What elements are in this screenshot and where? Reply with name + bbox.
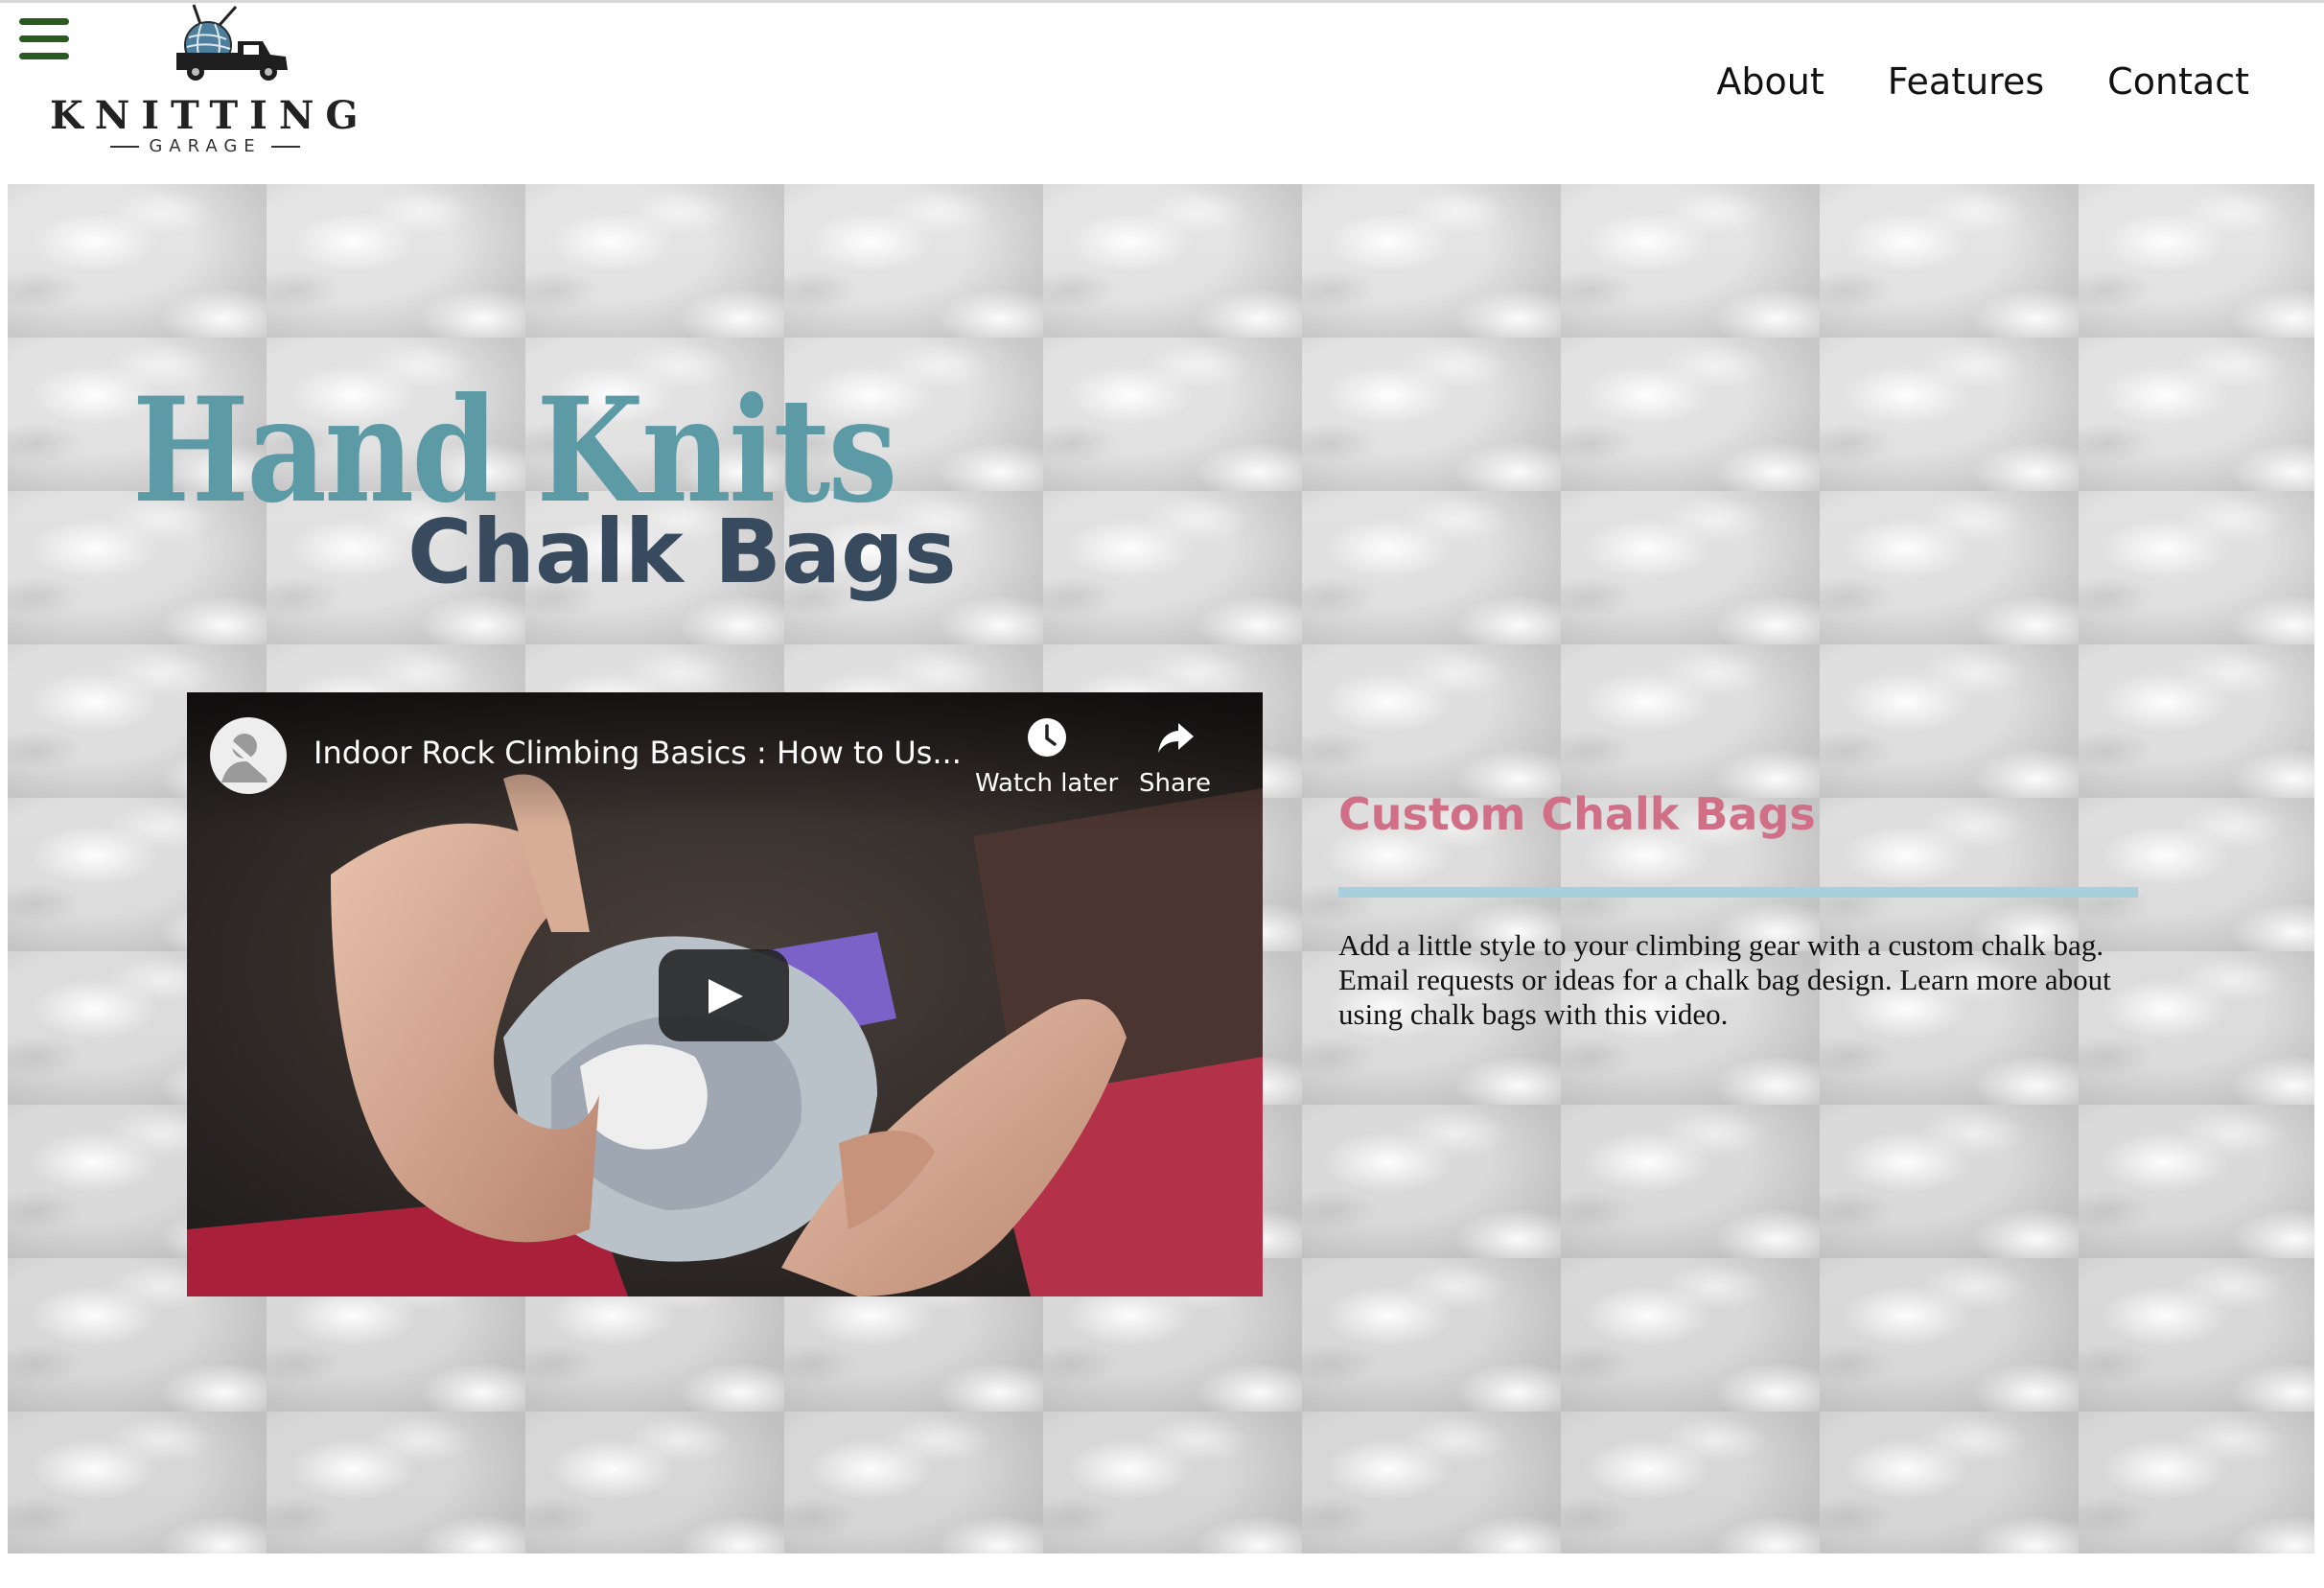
section-heading: Custom Chalk Bags <box>1338 788 1816 840</box>
section-body-text: Add a little style to your climbing gear… <box>1338 928 2111 1031</box>
logo-subtitle: GARAGE <box>50 136 360 156</box>
share-label: Share <box>1139 769 1212 798</box>
nav-link-features[interactable]: Features <box>1888 60 2044 103</box>
embedded-video[interactable]: Indoor Rock Climbing Basics : How to Us.… <box>187 692 1263 1296</box>
site-logo[interactable]: KNITTING GARAGE <box>50 3 360 166</box>
yarn-truck-logo <box>176 4 288 81</box>
nav-link-about[interactable]: About <box>1716 60 1824 103</box>
main-nav: About Features Contact <box>1716 60 2249 103</box>
share-button[interactable]: Share <box>1139 715 1211 798</box>
play-icon <box>709 979 743 1014</box>
watch-later-button[interactable]: Watch later <box>975 715 1118 798</box>
section-divider <box>1338 887 2138 898</box>
nav-link-contact[interactable]: Contact <box>2107 60 2249 103</box>
logo-subtitle-text: GARAGE <box>149 136 262 156</box>
hero-section: Hand Knits Chalk Bags Indoor Rock Climbi… <box>8 184 2314 1553</box>
channel-avatar-icon[interactable] <box>210 717 287 794</box>
clock-icon <box>1027 718 1066 757</box>
share-arrow-icon <box>1157 723 1194 753</box>
site-header: KNITTING GARAGE About Features Contact <box>0 0 2324 184</box>
hero-subtitle: Chalk Bags <box>407 501 957 603</box>
watch-later-label: Watch later <box>975 769 1119 798</box>
play-button[interactable] <box>659 949 789 1041</box>
logo-wordmark: KNITTING <box>50 93 370 138</box>
video-title[interactable]: Indoor Rock Climbing Basics : How to Us.… <box>314 735 965 771</box>
